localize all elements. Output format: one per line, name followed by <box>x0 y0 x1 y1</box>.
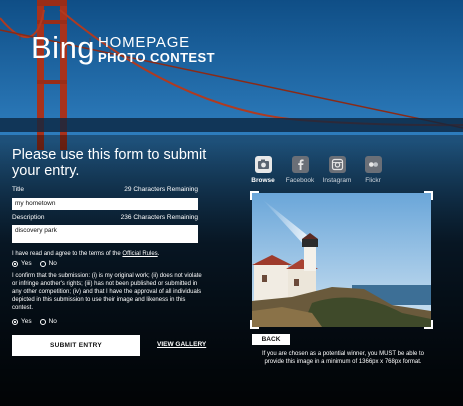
lighthouse-photo <box>252 193 431 327</box>
contest-title: HOMEPAGE PHOTO CONTEST <box>98 35 215 65</box>
confirm-yes-label: Yes <box>21 318 32 325</box>
confirm-no-label: No <box>48 318 57 325</box>
source-browse-label: Browse <box>251 177 275 184</box>
terms-yes-label: Yes <box>21 260 32 267</box>
crop-handle-top-right[interactable] <box>424 191 433 200</box>
confirm-text: I confirm that the submission: (i) is my… <box>12 273 202 311</box>
official-rules-link[interactable]: Official Rules <box>122 251 157 257</box>
bing-logo[interactable]: Bing <box>31 30 95 66</box>
form-heading: Please use this form to submit your entr… <box>12 147 207 179</box>
source-flickr[interactable]: Flickr <box>353 156 393 184</box>
confirm-no-radio[interactable] <box>39 318 46 325</box>
source-browse[interactable]: Browse <box>243 156 283 184</box>
crop-handle-bottom-left[interactable] <box>250 320 259 329</box>
terms-yes-radio[interactable] <box>12 260 18 267</box>
confirm-yes-radio[interactable] <box>12 318 18 325</box>
contest-title-line2: PHOTO CONTEST <box>98 50 215 65</box>
flickr-icon <box>364 156 382 173</box>
title-input[interactable]: my hometown <box>12 198 198 210</box>
description-input[interactable]: discovery park <box>12 225 198 243</box>
source-instagram[interactable]: Instagram <box>317 156 357 184</box>
source-facebook[interactable]: Facebook <box>280 156 320 184</box>
description-label: Description <box>12 214 45 221</box>
title-label: Title <box>12 186 25 193</box>
terms-prefix: I have read and agree to the terms of th… <box>12 251 121 257</box>
instagram-icon <box>328 156 346 173</box>
resolution-notice: If you are chosen as a potential winner,… <box>262 351 424 365</box>
confirm-radio-group: Yes No <box>12 318 65 325</box>
photo-preview[interactable] <box>250 191 433 329</box>
crop-handle-top-left[interactable] <box>250 191 259 200</box>
submit-entry-button[interactable]: SUBMIT ENTRY <box>12 335 140 356</box>
source-flickr-label: Flickr <box>365 177 381 184</box>
view-gallery-link[interactable]: VIEW GALLERY <box>157 341 206 348</box>
browse-icon <box>254 156 272 173</box>
contest-title-line1: HOMEPAGE <box>98 34 190 51</box>
terms-radio-group: Yes No <box>12 260 65 267</box>
terms-no-label: No <box>48 260 57 267</box>
source-instagram-label: Instagram <box>322 177 352 184</box>
facebook-icon <box>291 156 309 173</box>
terms-suffix: . <box>157 251 160 257</box>
contest-page: Bing HOMEPAGE PHOTO CONTEST Please use t… <box>0 0 463 406</box>
description-remaining: 236 Characters Remaining <box>120 214 198 221</box>
terms-text: I have read and agree to the terms of th… <box>12 250 212 258</box>
source-facebook-label: Facebook <box>285 177 315 184</box>
back-button[interactable]: BACK <box>252 334 290 345</box>
title-remaining: 29 Characters Remaining <box>124 186 198 193</box>
terms-no-radio[interactable] <box>39 260 46 267</box>
crop-handle-bottom-right[interactable] <box>424 320 433 329</box>
